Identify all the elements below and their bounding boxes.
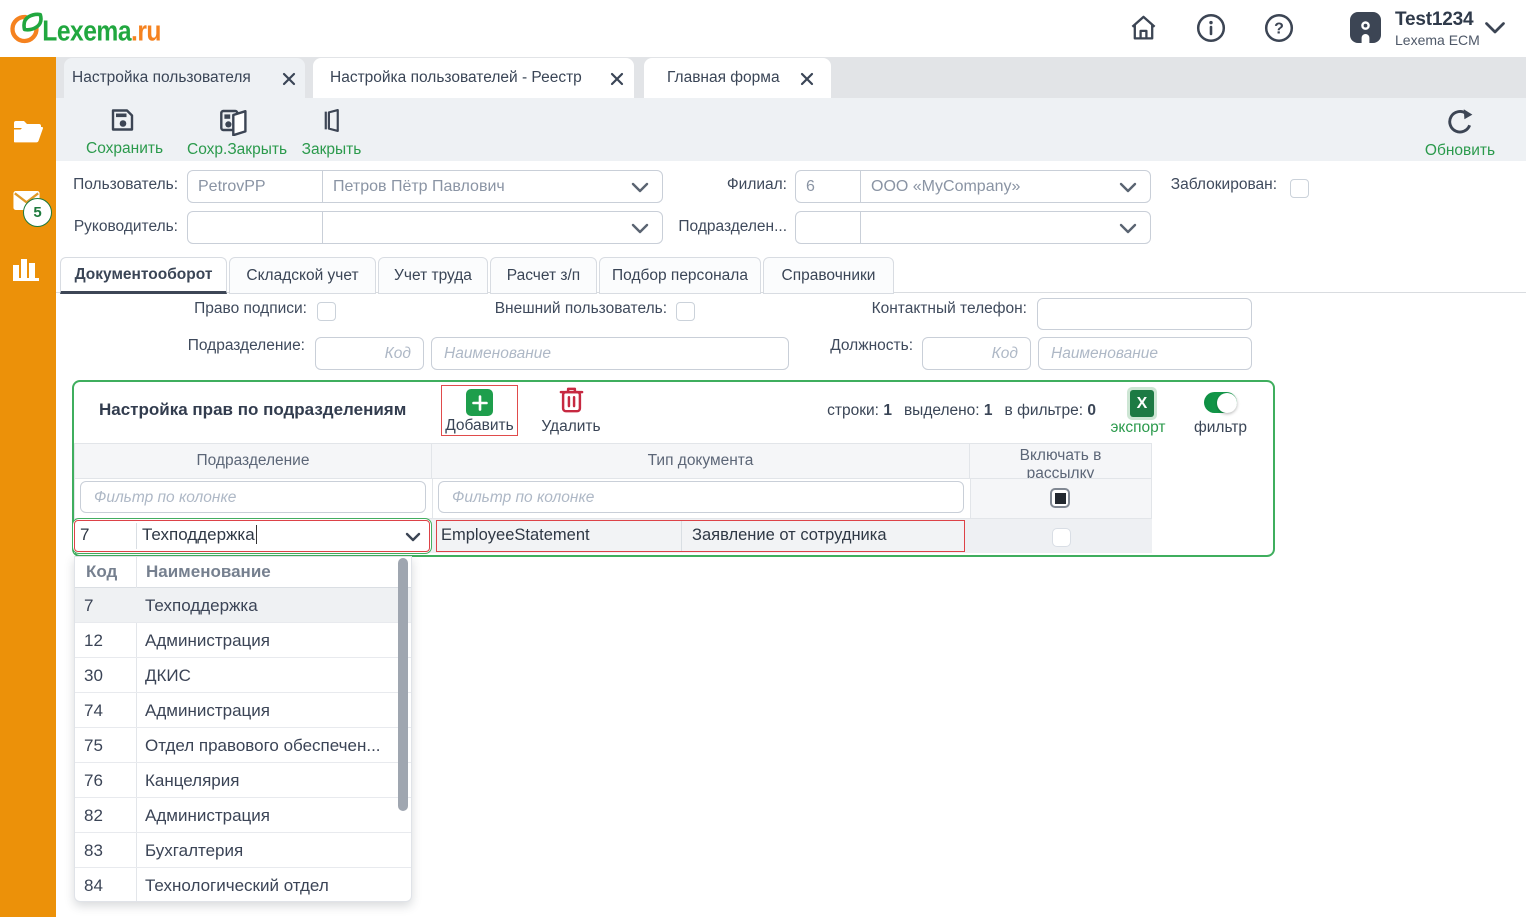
- svg-text:Lexema.ru: Lexema.ru: [42, 15, 161, 47]
- svg-text:?: ?: [1274, 21, 1284, 38]
